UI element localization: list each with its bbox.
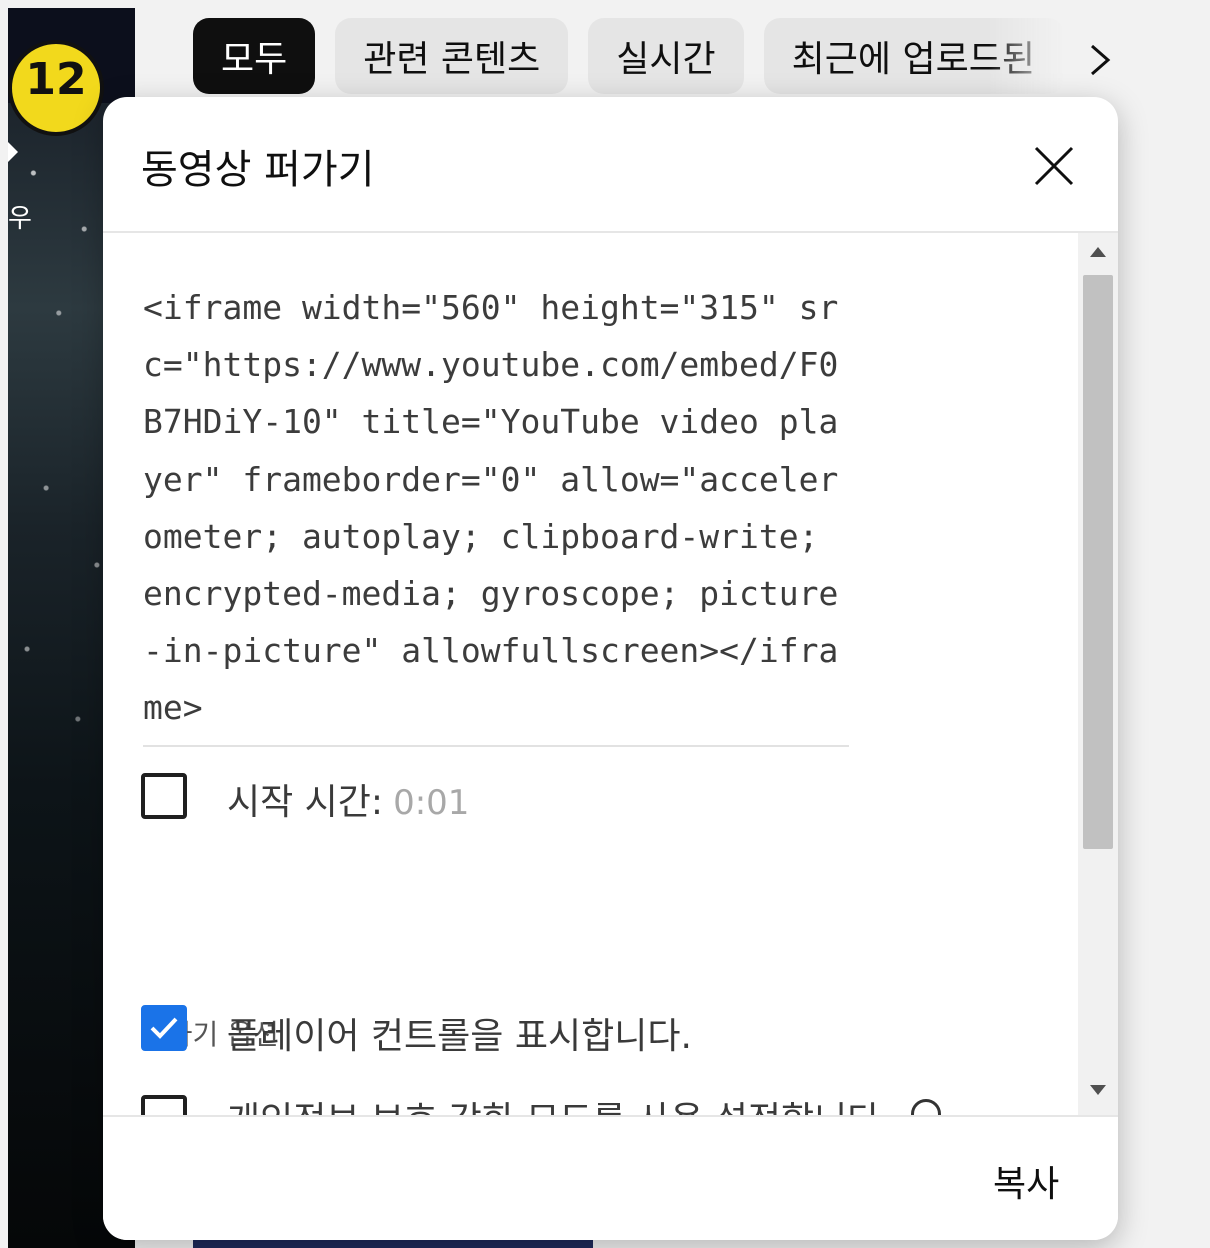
scroll-down-arrow-icon[interactable] xyxy=(1090,1085,1106,1095)
chip-live[interactable]: 실시간 xyxy=(588,18,744,94)
age-rating-badge: 12 xyxy=(8,40,104,136)
close-button[interactable] xyxy=(1023,135,1085,197)
side-caption: 우 xyxy=(8,204,32,234)
checkmark-icon xyxy=(150,1017,178,1039)
start-time-label: 시작 시간: xyxy=(227,782,384,823)
dialog-scrollbar[interactable] xyxy=(1078,233,1118,1115)
privacy-enhanced-mode-checkbox[interactable] xyxy=(141,1095,187,1115)
show-player-controls-checkbox[interactable] xyxy=(141,1005,187,1051)
dialog-header: 동영상 퍼가기 xyxy=(103,97,1118,233)
dialog-footer: 복사 xyxy=(103,1115,1118,1240)
privacy-enhanced-mode-label: 개인정보 보호 강화 모드를 사용 설정합니다. xyxy=(227,1091,892,1115)
start-time-row: 시작 시간: 0:01 xyxy=(227,773,469,825)
scrollbar-thumb[interactable] xyxy=(1083,275,1113,849)
chevron-right-icon xyxy=(1091,44,1111,76)
chip-all[interactable]: 모두 xyxy=(193,18,316,94)
scroll-up-arrow-icon[interactable] xyxy=(1090,247,1106,257)
embed-code-textarea[interactable]: <iframe width="560" height="315" src="ht… xyxy=(143,279,849,747)
play-arrow-icon xyxy=(8,142,18,162)
info-icon[interactable] xyxy=(911,1099,941,1115)
chip-related[interactable]: 관련 콘텐츠 xyxy=(335,18,569,94)
start-time-checkbox[interactable] xyxy=(141,773,187,819)
dialog-scroll-content: <iframe width="560" height="315" src="ht… xyxy=(103,233,1078,1115)
chip-next-button[interactable] xyxy=(1075,30,1125,90)
dialog-title: 동영상 퍼가기 xyxy=(141,147,375,193)
start-time-input[interactable]: 0:01 xyxy=(393,783,469,823)
embed-video-dialog: 동영상 퍼가기 <iframe width="560" height="315"… xyxy=(103,97,1118,1240)
filter-chip-bar: 모두 관련 콘텐츠 실시간 최근에 업로드된 xyxy=(193,18,1210,94)
copy-button[interactable]: 복사 xyxy=(973,1147,1079,1215)
close-icon xyxy=(1034,146,1074,186)
show-player-controls-label: 플레이어 컨트롤을 표시합니다. xyxy=(227,1016,692,1057)
chip-recently-uploaded[interactable]: 최근에 업로드된 xyxy=(763,18,1064,94)
